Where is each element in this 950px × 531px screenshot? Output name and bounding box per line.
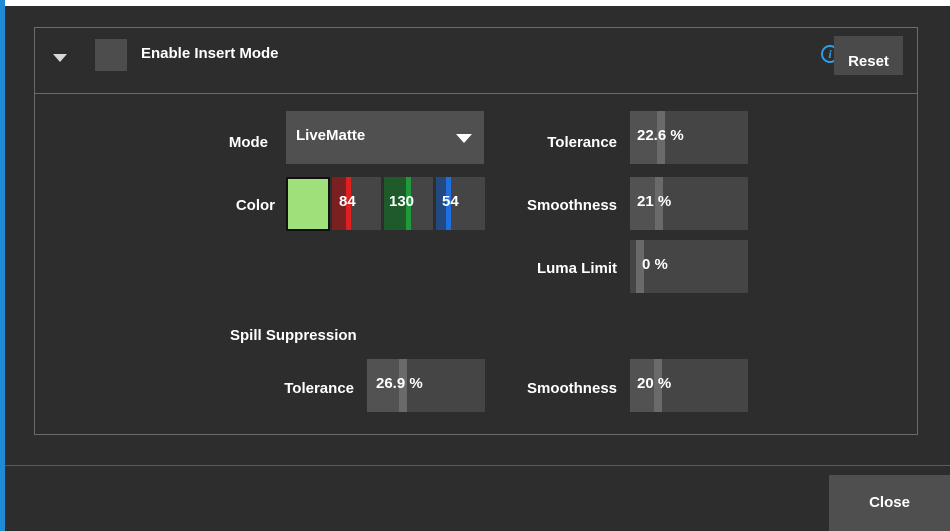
close-button[interactable]: Close [829, 475, 950, 531]
color-label: Color [235, 197, 275, 214]
spill-smoothness-value: 20 % [637, 375, 672, 392]
spill-smoothness-slider[interactable]: 20 % [630, 359, 748, 412]
spill-tolerance-label: Tolerance [284, 380, 354, 397]
spill-smoothness-label: Smoothness [526, 380, 617, 397]
blue-channel-value: 54 [442, 193, 459, 210]
tolerance-value: 22.6 % [637, 127, 684, 144]
spill-tolerance-slider[interactable]: 26.9 % [367, 359, 485, 412]
mode-selected-value: LiveMatte [296, 127, 366, 144]
collapse-triangle-icon[interactable] [53, 54, 67, 62]
red-channel-value: 84 [339, 193, 356, 210]
panel-header: Enable Insert Mode i Reset [35, 28, 917, 94]
green-channel-value: 130 [389, 193, 415, 210]
top-edge [0, 0, 950, 6]
color-swatch[interactable] [286, 177, 330, 231]
luma-limit-value: 0 % [642, 256, 668, 273]
tolerance-slider[interactable]: 22.6 % [630, 111, 748, 164]
smoothness-value: 21 % [637, 193, 672, 210]
insert-mode-dialog: Enable Insert Mode i Reset Mode LiveMatt… [0, 0, 950, 531]
luma-limit-slider[interactable]: 0 % [630, 240, 748, 293]
tolerance-label: Tolerance [547, 134, 617, 151]
red-channel-field[interactable]: 84 [332, 177, 381, 230]
mode-dropdown[interactable]: LiveMatte [286, 111, 484, 164]
enable-insert-mode-label: Enable Insert Mode [141, 45, 279, 62]
footer-divider [5, 465, 950, 466]
green-channel-field[interactable]: 130 [384, 177, 433, 230]
blue-channel-field[interactable]: 54 [436, 177, 485, 230]
luma-limit-label: Luma Limit [536, 260, 617, 277]
mode-label: Mode [228, 134, 268, 151]
smoothness-slider[interactable]: 21 % [630, 177, 748, 230]
chevron-down-icon [456, 134, 472, 143]
enable-insert-mode-checkbox[interactable] [95, 39, 127, 71]
smoothness-label: Smoothness [526, 197, 617, 214]
reset-button[interactable]: Reset [834, 36, 903, 75]
spill-suppression-title: Spill Suppression [230, 327, 357, 344]
window-accent-strip [0, 0, 5, 531]
spill-tolerance-value: 26.9 % [376, 375, 423, 392]
